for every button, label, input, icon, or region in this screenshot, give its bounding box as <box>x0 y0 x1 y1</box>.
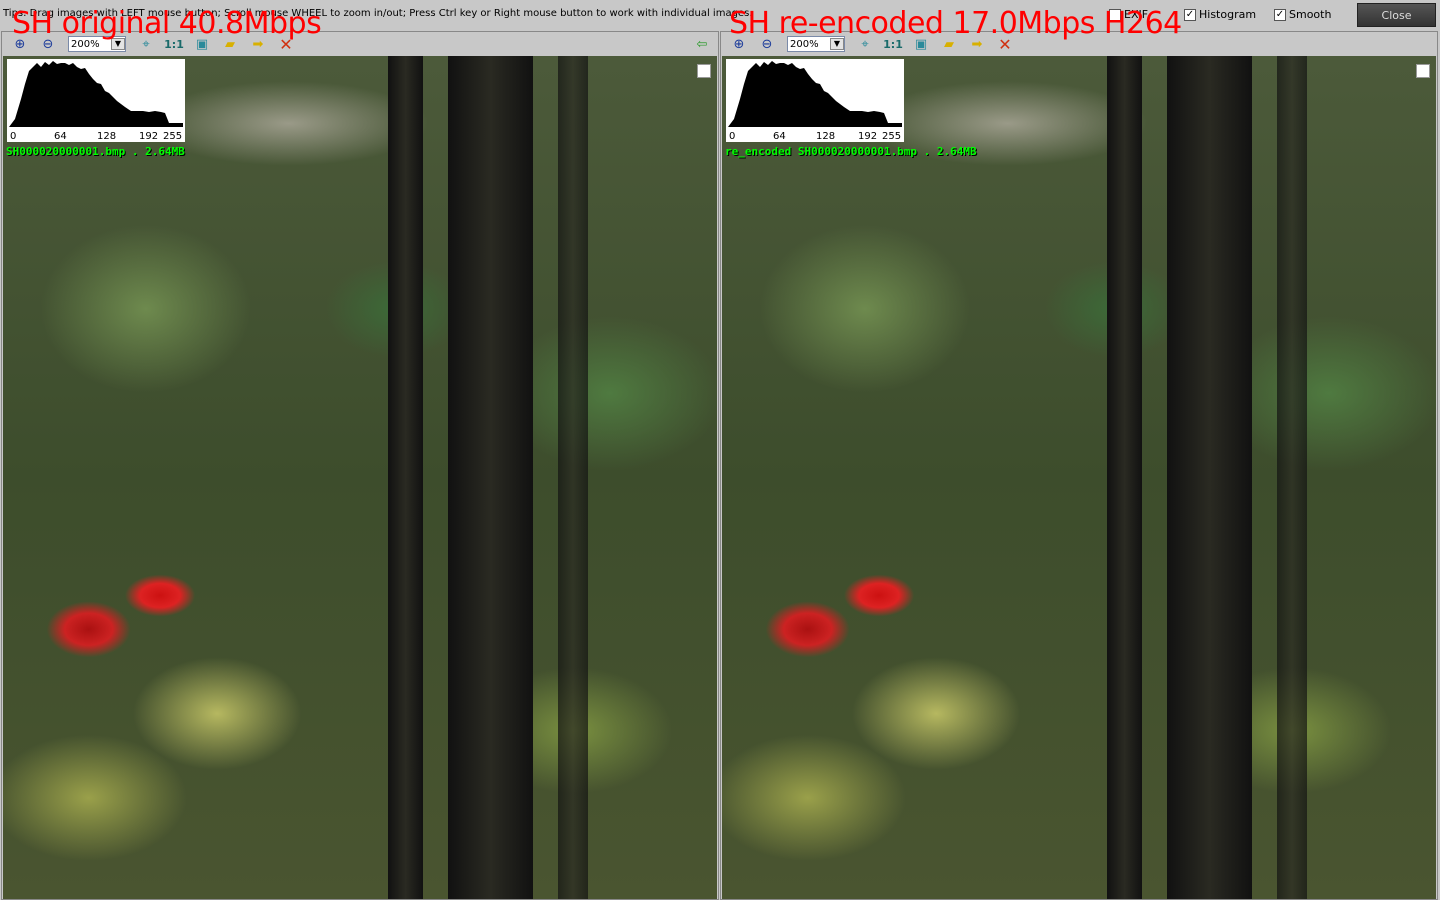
histogram-graph <box>728 61 902 127</box>
hist-tick: 255 <box>882 131 902 142</box>
close-button[interactable]: Close <box>1357 3 1436 27</box>
comparison-image[interactable]: 0 64 128 192 255 re_encoded SH0000200000… <box>722 56 1436 899</box>
navigator-toggle[interactable] <box>697 64 711 78</box>
smooth-label: Smooth <box>1289 8 1332 21</box>
hist-tick: 255 <box>163 131 183 142</box>
file-info: SH000020000001.bmp . 2.64MB <box>6 145 185 158</box>
file-info: re_encoded SH000020000001.bmp . 2.64MB <box>725 145 977 158</box>
hist-tick: 0 <box>729 131 736 142</box>
histogram-graph <box>9 61 183 127</box>
hist-tick: 192 <box>139 131 159 142</box>
hist-tick: 64 <box>54 131 67 142</box>
hist-tick: 128 <box>97 131 117 142</box>
fence-post <box>1107 56 1142 899</box>
hist-tick: 192 <box>858 131 878 142</box>
fence-post <box>388 56 423 899</box>
right-overlay-title: SH re-encoded 17.0Mbps H264 <box>729 6 1182 41</box>
histogram-checkbox[interactable]: ✓ Histogram <box>1184 8 1256 21</box>
image-panel[interactable]: ⊕ ⊖ 200% ▼ ⌖ 1:1 ▣ ▰ ➡ ✕ 0 64 128 192 255… <box>720 31 1438 900</box>
histogram-label: Histogram <box>1199 8 1257 21</box>
hist-tick: 128 <box>816 131 836 142</box>
checkbox-box: ✓ <box>1274 8 1286 21</box>
histogram: 0 64 128 192 255 <box>7 59 185 142</box>
image-panel[interactable]: ⊕ ⊖ 200% ▼ ⌖ 1:1 ▣ ▰ ➡ ✕ ⇦ 0 64 128 192 2… <box>1 31 719 900</box>
fence-post <box>558 56 588 899</box>
hist-tick: 0 <box>10 131 17 142</box>
left-overlay-title: SH original 40.8Mbps <box>12 6 322 41</box>
navigator-toggle[interactable] <box>1416 64 1430 78</box>
hist-tick: 64 <box>773 131 786 142</box>
fence-post <box>448 56 533 899</box>
comparison-image[interactable]: 0 64 128 192 255 SH000020000001.bmp . 2.… <box>3 56 717 899</box>
back-arrow-icon[interactable]: ⇦ <box>688 33 716 55</box>
checkbox-box: ✓ <box>1184 8 1196 21</box>
fence-post <box>1167 56 1252 899</box>
histogram: 0 64 128 192 255 <box>726 59 904 142</box>
fence-post <box>1277 56 1307 899</box>
smooth-checkbox[interactable]: ✓ Smooth <box>1274 8 1331 21</box>
